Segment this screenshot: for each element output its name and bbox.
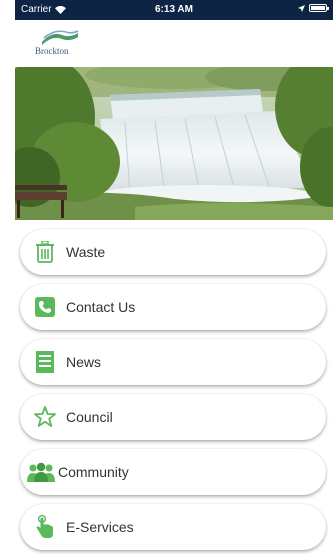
people-icon [26,459,56,485]
menu-label: Waste [66,244,106,260]
status-time: 6:13 AM [155,4,193,15]
menu-item-council[interactable]: Council [20,394,326,440]
logo-mark-icon [42,30,79,45]
app-screen: Carrier 6:13 AM Brockton Waste Contact U… [0,0,335,556]
hand-tap-icon [34,514,56,540]
menu-item-community[interactable]: Community [20,449,326,495]
battery-icon [309,4,329,12]
waterfall-illustration [15,67,333,220]
menu-item-news[interactable]: News [20,339,326,385]
menu-item-contact-us[interactable]: Contact Us [20,284,326,330]
app-header: Brockton [15,20,333,67]
menu-label: News [66,354,102,370]
trash-icon [34,239,56,265]
phone-icon [34,294,56,320]
star-icon [34,404,56,430]
menu-label: E-Services [66,519,134,535]
hero-waterfall-image [15,67,333,220]
menu-item-e-services[interactable]: E-Services [20,504,326,550]
status-right [298,4,329,12]
app-frame: Carrier 6:13 AM Brockton Waste Contact U… [15,0,333,556]
news-icon [34,349,56,375]
menu-label: Council [66,409,113,425]
menu-label: Contact Us [66,299,136,315]
status-bar: Carrier 6:13 AM [15,0,333,20]
menu-item-waste[interactable]: Waste [20,229,326,275]
menu-label: Community [58,464,129,480]
brockton-logo[interactable]: Brockton [35,29,85,59]
location-icon [298,4,305,12]
logo-text: Brockton [35,46,69,56]
